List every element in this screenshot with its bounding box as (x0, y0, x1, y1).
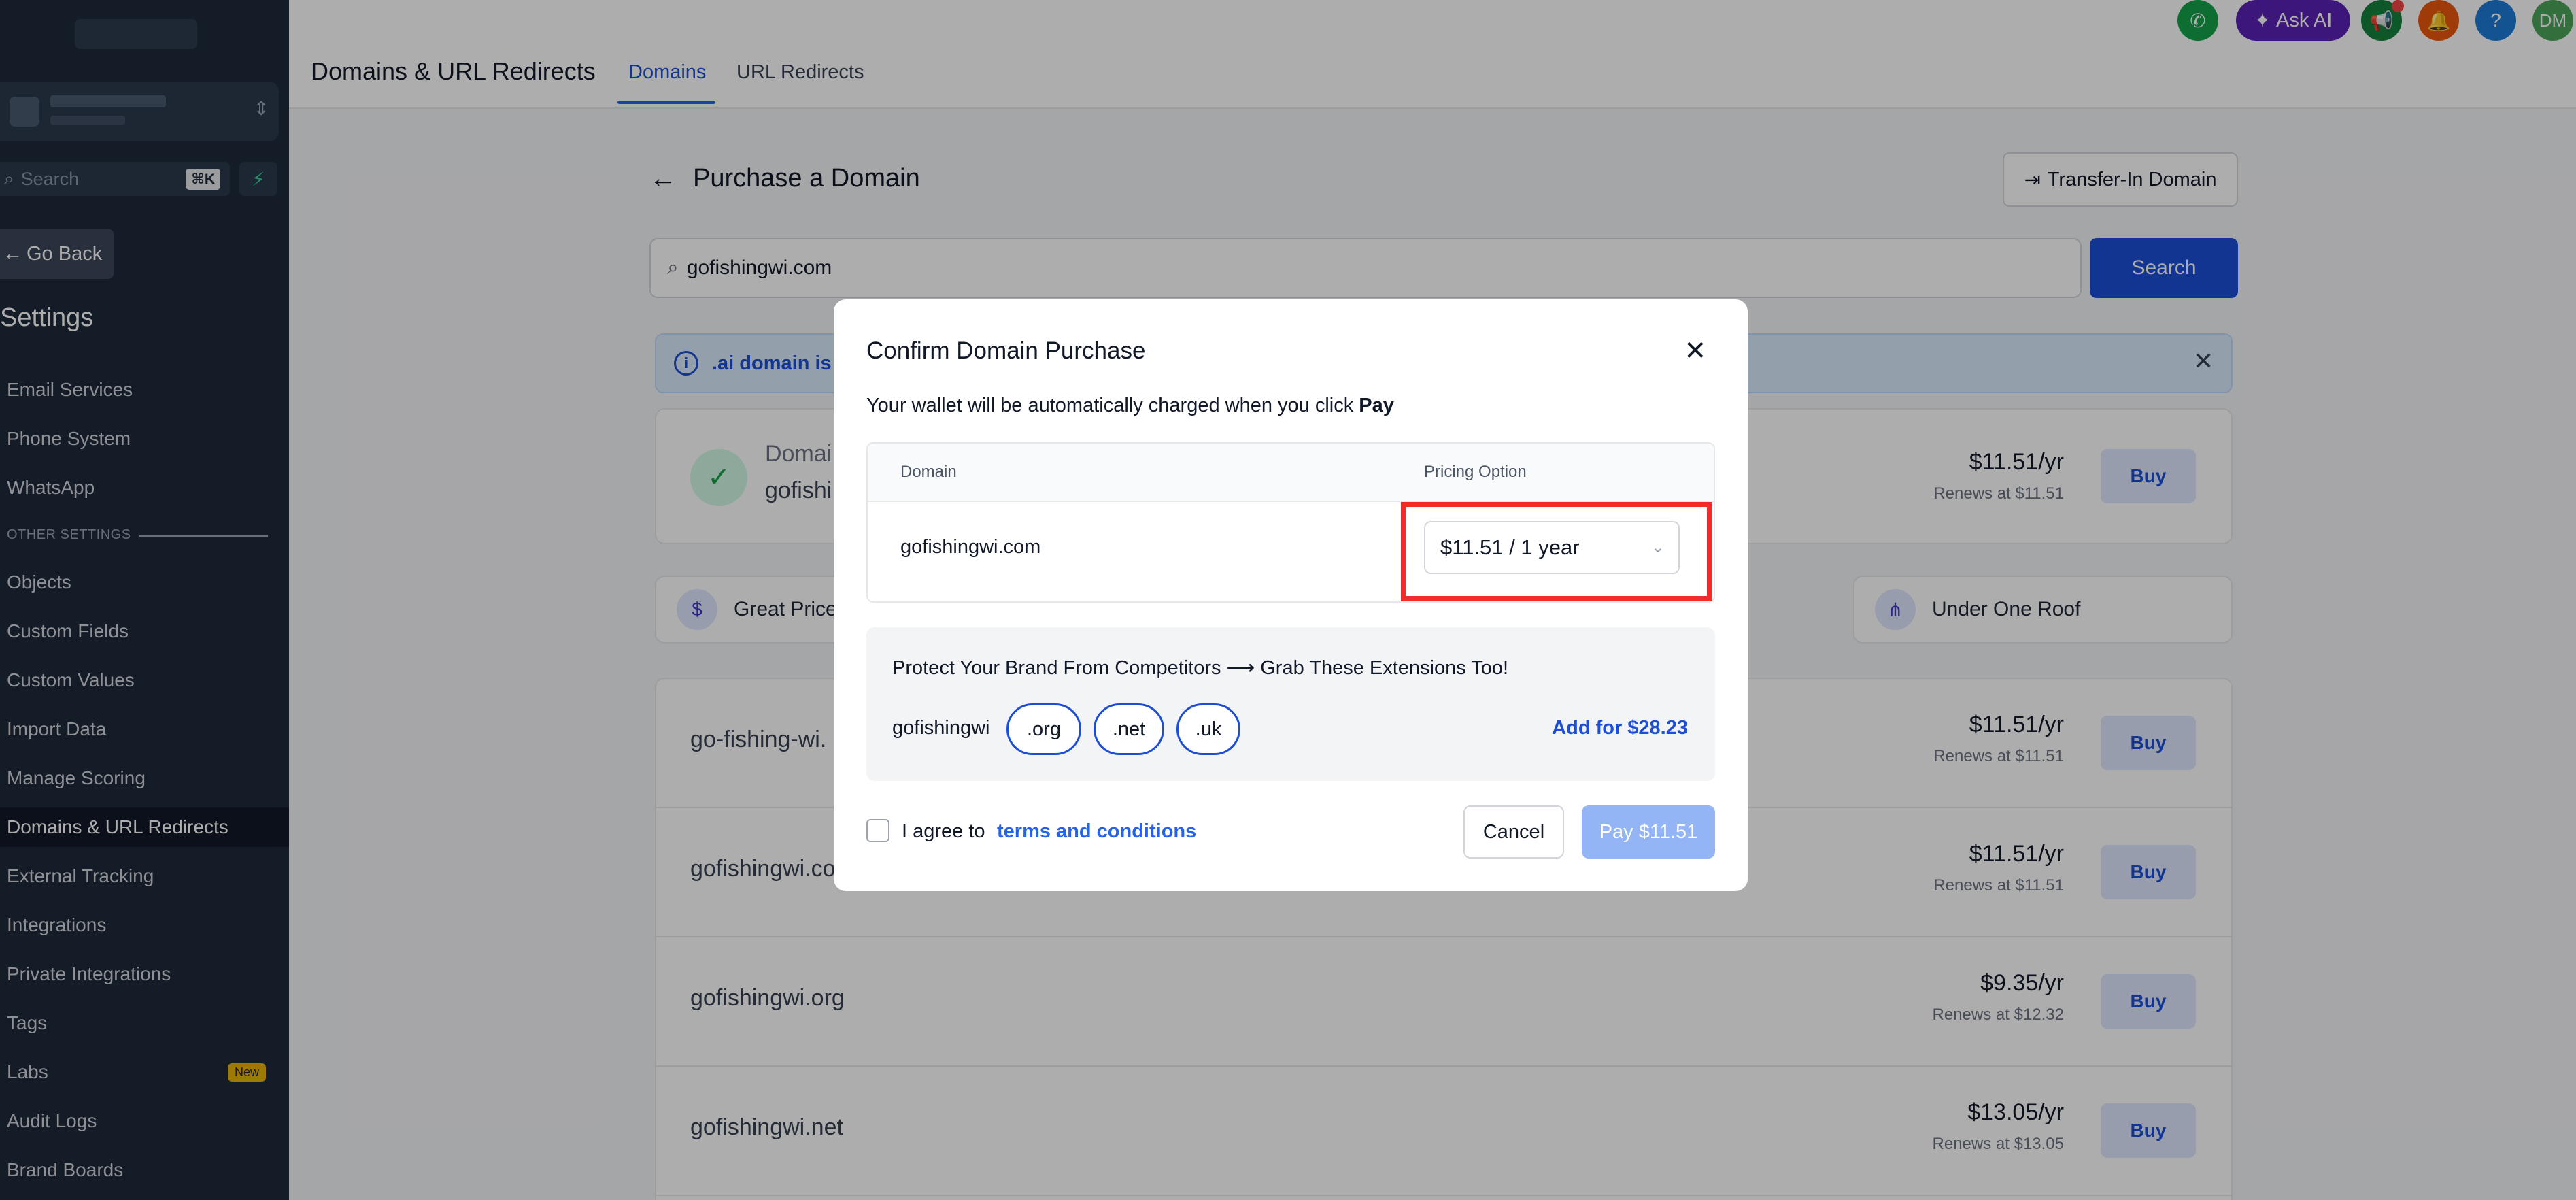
protect-brand-panel: Protect Your Brand From Competitors ⟶ Gr… (866, 627, 1715, 781)
pricing-option-select[interactable]: $11.51 / 1 year ⌄ (1424, 521, 1680, 574)
col-pricing-option: Pricing Option (1424, 463, 1527, 481)
pay-button[interactable]: Pay $11.51 (1582, 805, 1715, 859)
confirm-purchase-modal: Confirm Domain Purchase ✕ Your wallet wi… (834, 299, 1748, 891)
add-extensions-link[interactable]: Add for $28.23 (1552, 717, 1688, 739)
agree-checkbox[interactable] (866, 819, 889, 842)
protect-title: Protect Your Brand From Competitors ⟶ Gr… (892, 657, 1509, 679)
terms-link[interactable]: terms and conditions (997, 820, 1196, 843)
protect-base-name: gofishingwi (892, 717, 990, 739)
extension-net-chip[interactable]: .net (1094, 703, 1164, 755)
purchase-table: Domain Pricing Option gofishingwi.com $1… (866, 442, 1715, 603)
purchase-domain-name: gofishingwi.com (900, 536, 1041, 558)
pricing-selected-value: $11.51 / 1 year (1440, 535, 1580, 559)
agree-label: I agree to (902, 820, 985, 842)
chevron-down-icon: ⌄ (1650, 538, 1665, 556)
col-domain: Domain (900, 463, 957, 481)
subtitle-text: Your wallet will be automatically charge… (866, 395, 1359, 416)
modal-subtitle: Your wallet will be automatically charge… (866, 395, 1394, 417)
extension-uk-chip[interactable]: .uk (1176, 703, 1240, 755)
modal-title: Confirm Domain Purchase (866, 337, 1146, 364)
cancel-button[interactable]: Cancel (1463, 805, 1564, 859)
table-header: Domain Pricing Option (868, 444, 1714, 502)
close-icon[interactable]: ✕ (1684, 337, 1707, 365)
subtitle-bold: Pay (1359, 395, 1394, 416)
extension-org-chip[interactable]: .org (1006, 703, 1081, 755)
